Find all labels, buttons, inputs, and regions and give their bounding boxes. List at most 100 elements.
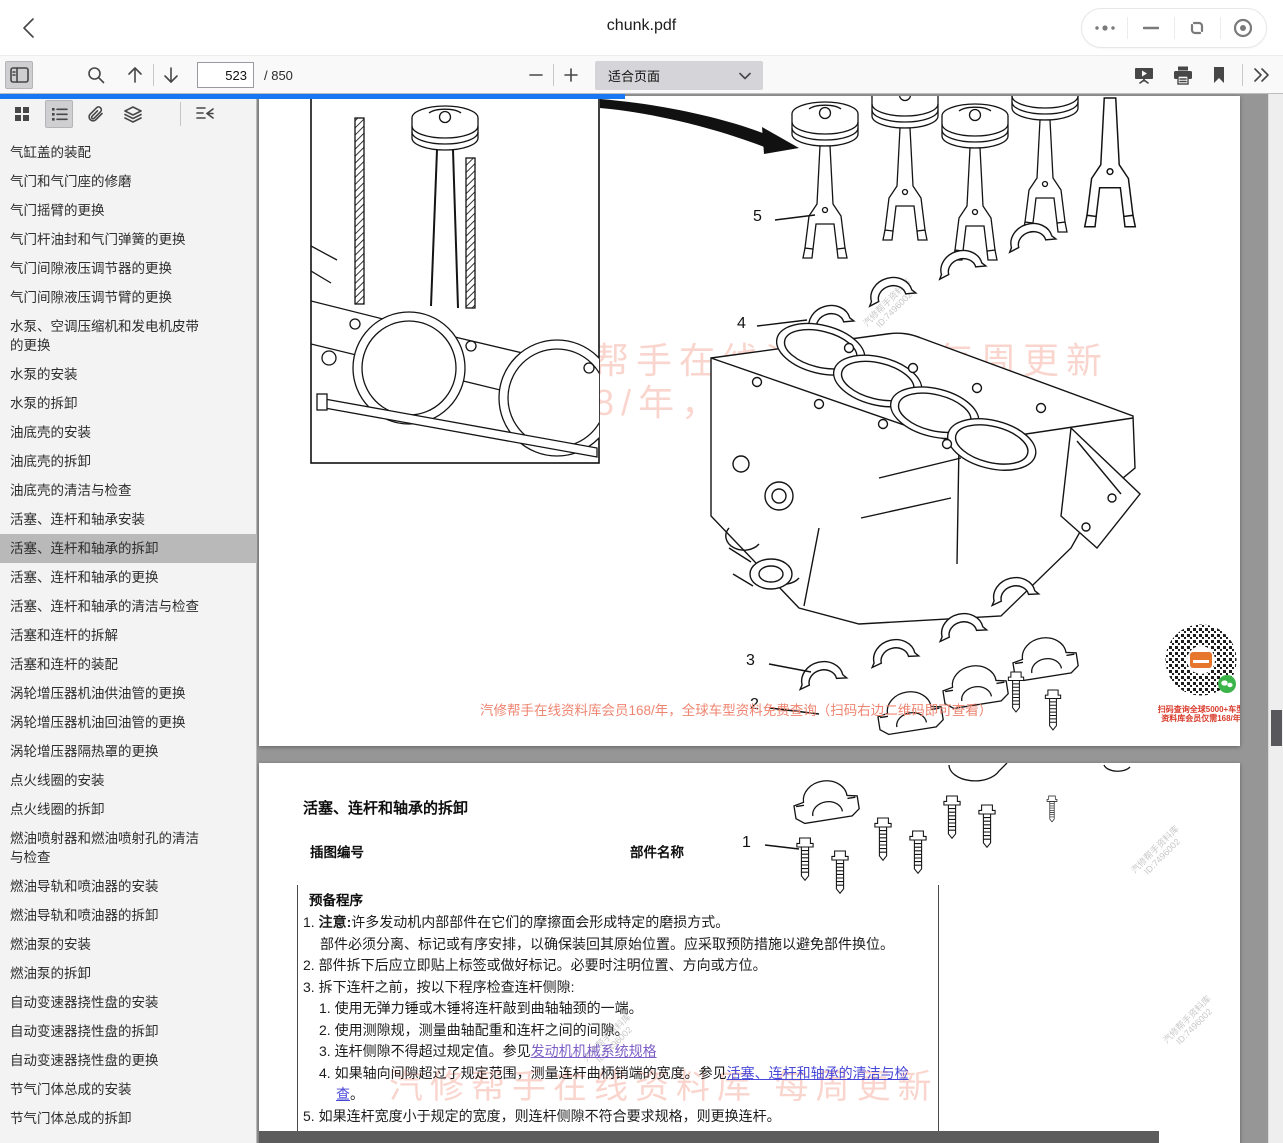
search-icon xyxy=(87,66,105,84)
record-icon xyxy=(1233,18,1253,38)
printer-icon xyxy=(1173,66,1193,85)
qr-caption-line2: 资料库会员仅需168/年 xyxy=(1151,714,1240,723)
page-number-input[interactable] xyxy=(197,62,254,88)
toc-item[interactable]: 油底壳的安装 xyxy=(0,418,256,447)
toc-item[interactable]: 燃油导轨和喷油器的拆卸 xyxy=(0,901,256,930)
minimize-icon xyxy=(1143,25,1159,31)
toc-item[interactable]: 点火线圈的安装 xyxy=(0,766,256,795)
page-up-button[interactable] xyxy=(121,61,149,89)
double-chevron-icon xyxy=(1253,68,1271,82)
toc-item[interactable]: 活塞、连杆和轴承的清洁与检查 xyxy=(0,592,256,621)
toc-item[interactable]: 燃油泵的拆卸 xyxy=(0,959,256,988)
window-titlebar: chunk.pdf xyxy=(0,0,1283,56)
outline-button[interactable] xyxy=(45,100,73,128)
toc-item[interactable]: 燃油喷射器和燃油喷射孔的清洁与检查 xyxy=(0,824,256,872)
qr-code-icon xyxy=(1151,622,1240,700)
toc-item[interactable]: 气门间隙液压调节臂的更换 xyxy=(0,283,256,312)
toc-item[interactable]: 点火线圈的拆卸 xyxy=(0,795,256,824)
engine-exploded-diagram xyxy=(259,96,1240,746)
bookmark-button[interactable] xyxy=(1205,61,1233,89)
toc-item[interactable]: 自动变速器挠性盘的更换 xyxy=(0,1046,256,1075)
plus-icon xyxy=(564,68,578,82)
toc-item[interactable]: 涡轮增压器隔热罩的更换 xyxy=(0,737,256,766)
pdf-page-2: 汽修帮手在线资料库 每周更新 1 活塞、连杆和轴承的拆卸 插图编号 部件名称 预 xyxy=(259,763,1240,1143)
callout-4: 4 xyxy=(737,315,746,333)
substep-4: 4. 如果轴向间隙超过了规定范围，测量连杆曲柄销端的宽度。参见活塞、连杆和轴承的… xyxy=(319,1063,935,1106)
toc-item[interactable]: 燃油泵的安装 xyxy=(0,930,256,959)
table-column-divider xyxy=(938,885,939,1143)
arrow-up-icon xyxy=(127,66,143,84)
table-header-illustration-number: 插图编号 xyxy=(310,841,364,861)
vertical-scrollbar-thumb[interactable] xyxy=(1271,710,1282,746)
toc-item[interactable]: 活塞和连杆的装配 xyxy=(0,650,256,679)
procedure-text: 1. 注意:许多发动机内部部件在它们的摩擦面会形成特定的磨损方式。 部件必须分离… xyxy=(303,912,935,1127)
toc-item[interactable]: 气门杆油封和气门弹簧的更换 xyxy=(0,225,256,254)
callout-5: 5 xyxy=(753,208,762,226)
chevron-down-icon xyxy=(739,72,751,80)
toc-item[interactable]: 涡轮增压器机油供油管的更换 xyxy=(0,679,256,708)
zoom-select[interactable]: 适合页面 xyxy=(595,61,763,90)
toc-item[interactable]: 气缸盖的装配 xyxy=(0,138,256,167)
zoom-out-button[interactable] xyxy=(522,61,550,89)
toc-item[interactable]: 节气门体总成的拆卸 xyxy=(0,1104,256,1133)
current-outline-item-button[interactable] xyxy=(191,100,219,128)
window-minimize-button[interactable] xyxy=(1128,9,1173,47)
window-restore-button[interactable] xyxy=(1175,9,1220,47)
vertical-scrollbar[interactable] xyxy=(1268,94,1283,1143)
window-controls xyxy=(1081,8,1267,48)
presentation-mode-button[interactable] xyxy=(1130,61,1158,89)
note-3: 3. 拆下连杆之前，按以下程序检查连杆侧隙: xyxy=(303,977,935,999)
minus-icon xyxy=(529,73,543,77)
substep-2: 2. 使用测隙规，测量曲轴配重和连杆之间的间隙。 xyxy=(319,1020,935,1042)
page-down-button[interactable] xyxy=(157,61,185,89)
toc-list: 气缸盖的装配气门和气门座的修磨气门摇臂的更换气门杆油封和气门弹簧的更换气门间隙液… xyxy=(0,134,256,1143)
toc-item[interactable]: 活塞、连杆和轴承的拆卸 xyxy=(0,534,256,563)
app-body: 气缸盖的装配气门和气门座的修磨气门摇臂的更换气门杆油封和气门弹簧的更换气门间隙液… xyxy=(0,94,1283,1143)
toc-item[interactable]: 自动变速器挠性盘的安装 xyxy=(0,988,256,1017)
link-engine-mechanical-specs[interactable]: 发动机机械系统规格 xyxy=(531,1043,657,1059)
sidebar: 气缸盖的装配气门和气门座的修磨气门摇臂的更换气门杆油封和气门弹簧的更换气门间隙液… xyxy=(0,94,257,1143)
toc-item[interactable]: 油底壳的清洁与检查 xyxy=(0,476,256,505)
toc-item[interactable]: 涡轮增压器机油回油管的更换 xyxy=(0,708,256,737)
list-arrow-icon xyxy=(196,106,214,122)
pdf-viewer[interactable]: 汽修帮手在线资料库，每周更新 仅168/年， xyxy=(257,94,1283,1143)
toc-item[interactable]: 活塞、连杆和轴承安装 xyxy=(0,505,256,534)
paperclip-icon xyxy=(87,106,105,123)
toc-item[interactable]: 自动变速器挠性盘的拆卸 xyxy=(0,1017,256,1046)
horizontal-scrollbar-thumb[interactable] xyxy=(259,1131,1159,1143)
restore-icon xyxy=(1188,19,1206,37)
promo-footer-text: 汽修帮手在线资料库会员168/年，全球车型资料免费查询（扫码右边二维码即可查看） xyxy=(480,699,992,719)
find-button[interactable] xyxy=(82,61,110,89)
more-tools-button[interactable] xyxy=(1248,61,1276,89)
toc-item[interactable]: 气门和气门座的修磨 xyxy=(0,167,256,196)
toc-item[interactable]: 气门摇臂的更换 xyxy=(0,196,256,225)
note-2: 2. 部件拆下后应立即贴上标签或做好标记。必要时注明位置、方向或方位。 xyxy=(303,955,935,977)
thumbnails-button[interactable] xyxy=(8,100,36,128)
toc-item[interactable]: 水泵的拆卸 xyxy=(0,389,256,418)
list-icon xyxy=(51,107,68,122)
note-1: 1. 注意:许多发动机内部部件在它们的摩擦面会形成特定的磨损方式。 xyxy=(303,912,935,934)
toc-item[interactable]: 节气门体总成的安装 xyxy=(0,1075,256,1104)
layers-button[interactable] xyxy=(119,100,147,128)
toc-item[interactable]: 水泵、空调压缩机和发电机皮带的更换 xyxy=(0,312,256,360)
toc-item[interactable]: 水泵的安装 xyxy=(0,360,256,389)
presentation-icon xyxy=(1134,66,1154,84)
table-left-border xyxy=(297,885,298,1143)
zoom-in-button[interactable] xyxy=(557,61,585,89)
toc-item[interactable]: 气门间隙液压调节器的更换 xyxy=(0,254,256,283)
grid-icon xyxy=(14,106,30,122)
window-more-button[interactable] xyxy=(1082,9,1127,47)
sidebar-icon xyxy=(10,67,29,83)
zoom-select-value: 适合页面 xyxy=(595,66,739,85)
toc-item[interactable]: 燃油导轨和喷油器的安装 xyxy=(0,872,256,901)
print-button[interactable] xyxy=(1169,61,1197,89)
toc-item[interactable]: 活塞和连杆的拆解 xyxy=(0,621,256,650)
substep-3: 3. 连杆侧隙不得超过规定值。参见发动机机械系统规格 xyxy=(319,1041,935,1063)
sidebar-toggle-button[interactable] xyxy=(5,61,33,89)
attachments-button[interactable] xyxy=(82,100,110,128)
window-circle-button[interactable] xyxy=(1221,9,1266,47)
bookmark-icon xyxy=(1212,66,1226,84)
arrow-down-icon xyxy=(163,66,179,84)
toc-item[interactable]: 活塞、连杆和轴承的更换 xyxy=(0,563,256,592)
toc-item[interactable]: 油底壳的拆卸 xyxy=(0,447,256,476)
